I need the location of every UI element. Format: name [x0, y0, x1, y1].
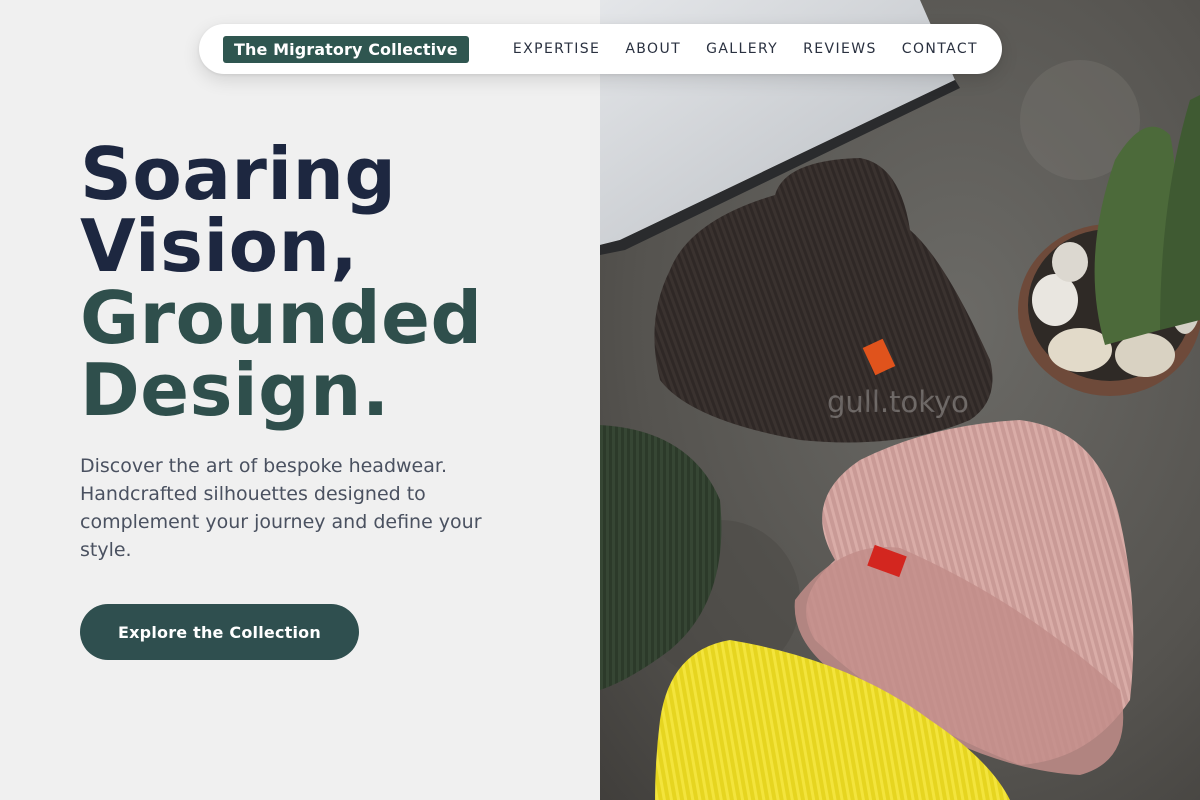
headline-line-4: Design. [80, 348, 390, 432]
headline-line-1: Soaring [80, 132, 397, 216]
nav-link-contact[interactable]: CONTACT [902, 41, 978, 57]
brand-logo[interactable]: The Migratory Collective [223, 35, 469, 63]
nav-link-about[interactable]: ABOUT [625, 41, 681, 57]
nav-links: EXPERTISE ABOUT GALLERY REVIEWS CONTACT [488, 41, 978, 57]
explore-collection-button[interactable]: Explore the Collection [80, 604, 359, 660]
headline-line-2: Vision, [80, 204, 359, 288]
photo-watermark: gull.tokyo [827, 385, 969, 419]
top-navigation-bar: The Migratory Collective EXPERTISE ABOUT… [199, 24, 1002, 74]
hero-left-panel: Soaring Vision, Grounded Design. Discove… [0, 0, 600, 800]
headline-line-3: Grounded [80, 276, 483, 360]
hero-description: Discover the art of bespoke headwear. Ha… [80, 455, 482, 561]
nav-link-reviews[interactable]: REVIEWS [803, 41, 877, 57]
nav-link-expertise[interactable]: EXPERTISE [513, 41, 600, 57]
nav-link-gallery[interactable]: GALLERY [706, 41, 778, 57]
hero-headline: Soaring Vision, Grounded Design. [80, 138, 483, 426]
